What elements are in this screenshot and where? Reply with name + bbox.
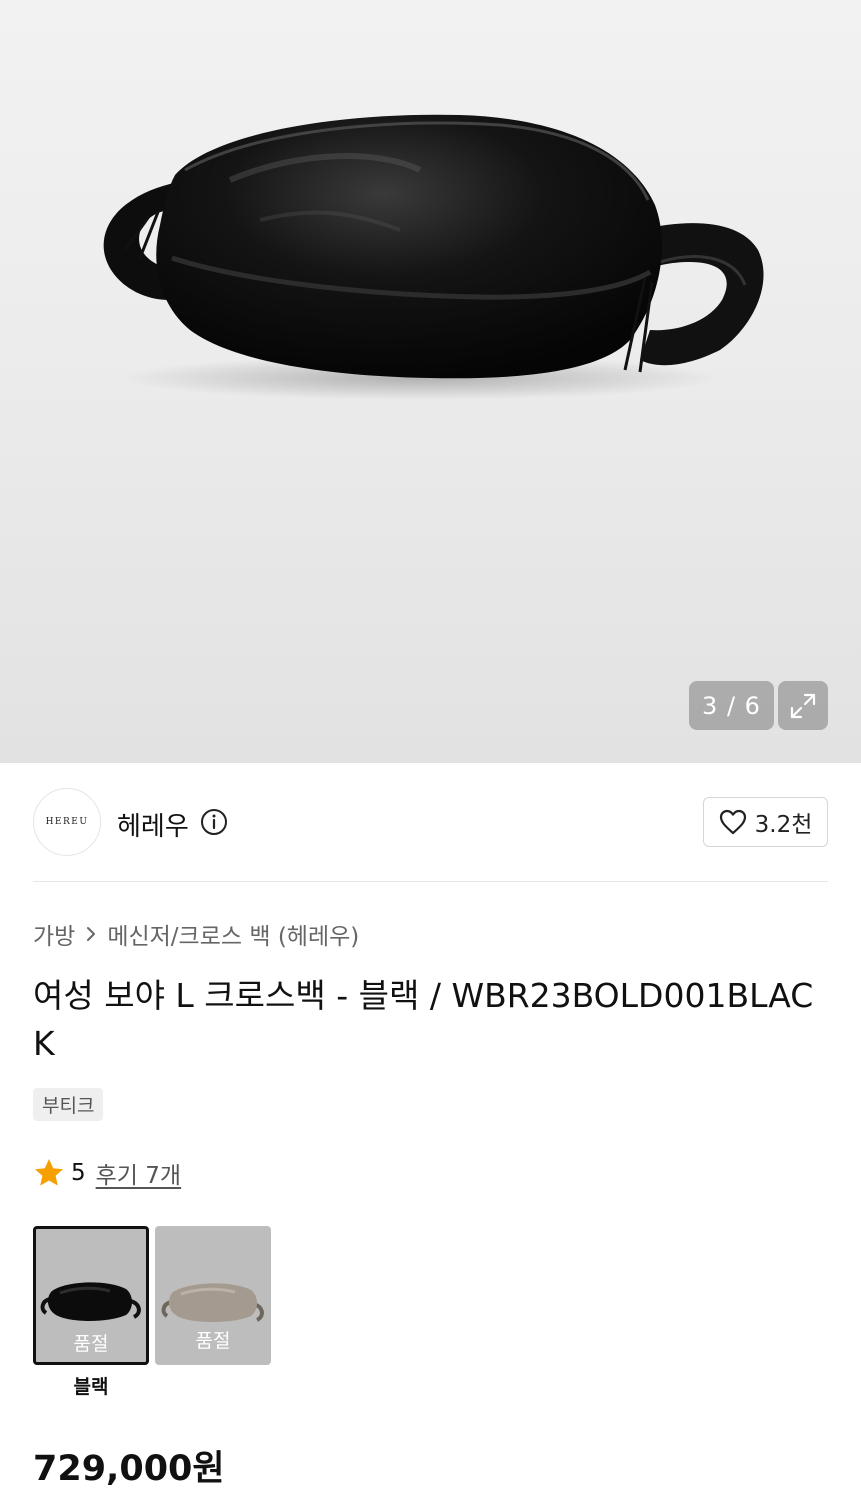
brand-name[interactable]: 헤레우: [117, 806, 189, 843]
brand-row: HEREU 헤레우 3.2천: [33, 788, 828, 856]
color-option-black[interactable]: 품절: [33, 1226, 149, 1365]
color-option-caption: 블랙: [73, 1376, 109, 1398]
expand-icon: [790, 693, 816, 718]
rating-score: 5: [71, 1160, 86, 1186]
product-image-gallery[interactable]: 3 / 6: [0, 0, 861, 763]
star-icon: [35, 1159, 63, 1186]
heart-icon: [719, 809, 746, 835]
expand-image-button[interactable]: [778, 681, 828, 730]
like-count: 3.2천: [754, 812, 813, 838]
product-photo-black-crossbody-bag: [103, 114, 764, 400]
like-button[interactable]: 3.2천: [703, 797, 828, 847]
color-option-beige[interactable]: 품절: [155, 1226, 271, 1365]
info-icon[interactable]: [200, 808, 228, 836]
breadcrumb-item-bags[interactable]: 가방: [33, 917, 75, 951]
chevron-right-icon: [85, 925, 97, 943]
soldout-label: 품절: [73, 1333, 109, 1355]
soldout-label: 품절: [195, 1330, 231, 1352]
breadcrumb: 가방 메신저/크로스 백 (헤레우): [33, 918, 359, 950]
divider: [33, 881, 828, 882]
rating-row: 5 후기 7개: [33, 1156, 181, 1190]
reviews-link[interactable]: 후기 7개: [96, 1156, 181, 1190]
breadcrumb-item-messenger-cross[interactable]: 메신저/크로스 백 (헤레우): [107, 917, 359, 951]
brand-logo[interactable]: HEREU: [33, 788, 101, 856]
boutique-badge: 부티크: [33, 1088, 104, 1121]
product-title: 여성 보야 L 크로스백 - 블랙 / WBR23BOLD001BLACK: [33, 976, 814, 1063]
product-price: 729,000원: [33, 1449, 225, 1489]
image-counter: 3 / 6: [689, 681, 774, 730]
brand-logo-text: HEREU: [45, 817, 89, 827]
